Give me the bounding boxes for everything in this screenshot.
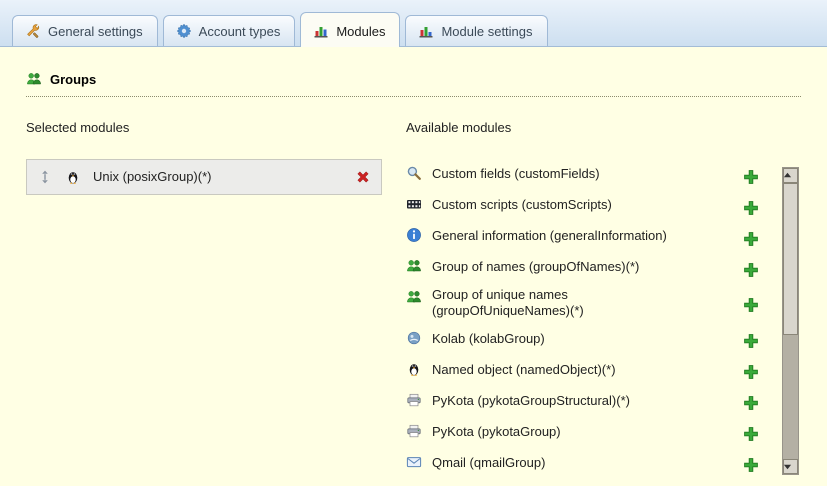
available-module-label: PyKota (pykotaGroupStructural)(*) [432,393,692,409]
tab-module-settings[interactable]: Module settings [405,15,547,46]
tab-bar: General settings Account types Modules Modu… [0,0,827,47]
printer-icon [406,423,422,439]
add-module-button[interactable] [743,455,759,471]
available-module-label: Qmail (qmailGroup) [432,455,692,471]
available-module-row: Group of names (groupOfNames)(*) [406,252,773,283]
printer-icon [406,392,422,408]
available-module-label: Group of unique names (groupOfUniqueName… [432,287,692,320]
scroll-up-button[interactable] [783,168,798,183]
tab-label: General settings [48,24,143,39]
arrow-down-icon [783,462,799,471]
add-module-button[interactable] [743,229,759,245]
add-icon [743,297,759,313]
available-module-label: Custom fields (customFields) [432,166,692,182]
add-module-button[interactable] [743,424,759,440]
add-module-button[interactable] [743,362,759,378]
available-module-row: Custom scripts (customScripts) [406,190,773,221]
module-settings-icon [418,23,434,39]
drag-handle-icon[interactable] [37,169,53,185]
selected-module-row: Unix (posixGroup)(*) [26,159,382,195]
section-header: Groups [26,71,801,97]
add-icon [743,364,759,380]
add-icon [743,395,759,411]
add-icon [743,333,759,349]
add-icon [743,200,759,216]
available-module-row: Named object (namedObject)(*) [406,355,773,386]
groups-icon [26,71,42,87]
add-module-button[interactable] [743,198,759,214]
available-module-label: General information (generalInformation) [432,228,692,244]
available-module-row: Kolab (kolabGroup) [406,324,773,355]
selected-module-label: Unix (posixGroup)(*) [93,169,355,185]
script-icon [406,196,422,212]
available-module-row: PyKota (pykotaGroupStructural)(*) [406,386,773,417]
arrow-up-icon [783,171,799,180]
available-module-row: Group of unique names (groupOfUniqueName… [406,283,773,324]
tab-modules[interactable]: Modules [300,12,400,47]
add-module-button[interactable] [743,295,759,311]
delete-icon [355,169,371,185]
available-module-row: Custom fields (customFields) [406,159,773,190]
available-modules-heading: Available modules [406,120,773,135]
section-title: Groups [50,72,96,87]
available-module-label: Kolab (kolabGroup) [432,331,692,347]
add-module-button[interactable] [743,260,759,276]
kolab-icon [406,330,422,346]
lam-config-page: General settings Account types Modules Modu… [0,0,827,486]
tab-label: Module settings [441,24,532,39]
available-module-label: Custom scripts (customScripts) [432,197,692,213]
add-module-button[interactable] [743,331,759,347]
penguin-icon [65,169,81,185]
available-module-label: Named object (namedObject)(*) [432,362,692,378]
tab-label: Modules [336,24,385,39]
tab-general-settings[interactable]: General settings [12,15,158,46]
modules-icon [313,23,329,39]
add-module-button[interactable] [743,393,759,409]
selected-modules-heading: Selected modules [26,120,382,135]
mail-icon [406,454,422,470]
add-icon [743,457,759,473]
available-module-row: Qmail (qmailGroup) [406,448,773,479]
available-module-row: General information (generalInformation) [406,221,773,252]
add-icon [743,426,759,442]
add-icon [743,231,759,247]
add-module-button[interactable] [743,167,759,183]
add-icon [743,169,759,185]
remove-module-button[interactable] [355,169,371,185]
scroll-track[interactable] [783,183,798,459]
group-icon [406,289,422,305]
available-module-label: Group of names (groupOfNames)(*) [432,259,692,275]
available-module-label: PyKota (pykotaGroup) [432,424,692,440]
add-icon [743,262,759,278]
magnifier-icon [406,165,422,181]
modules-tab-panel: Groups Selected modules Unix (posixGroup… [0,47,827,479]
selected-modules-list: Unix (posixGroup)(*) [26,159,382,195]
tools-icon [25,23,41,39]
scroll-down-button[interactable] [783,459,798,474]
tab-label: Account types [199,24,281,39]
info-icon [406,227,422,243]
available-modules-list: Custom fields (customFields) Custom scrip… [406,159,773,479]
group-icon [406,258,422,274]
available-modules-scrollbar[interactable] [782,167,799,475]
tab-account-types[interactable]: Account types [163,15,296,46]
penguin-icon [406,361,422,377]
gear-icon [176,23,192,39]
scroll-thumb[interactable] [783,183,798,335]
available-module-row: PyKota (pykotaGroup) [406,417,773,448]
